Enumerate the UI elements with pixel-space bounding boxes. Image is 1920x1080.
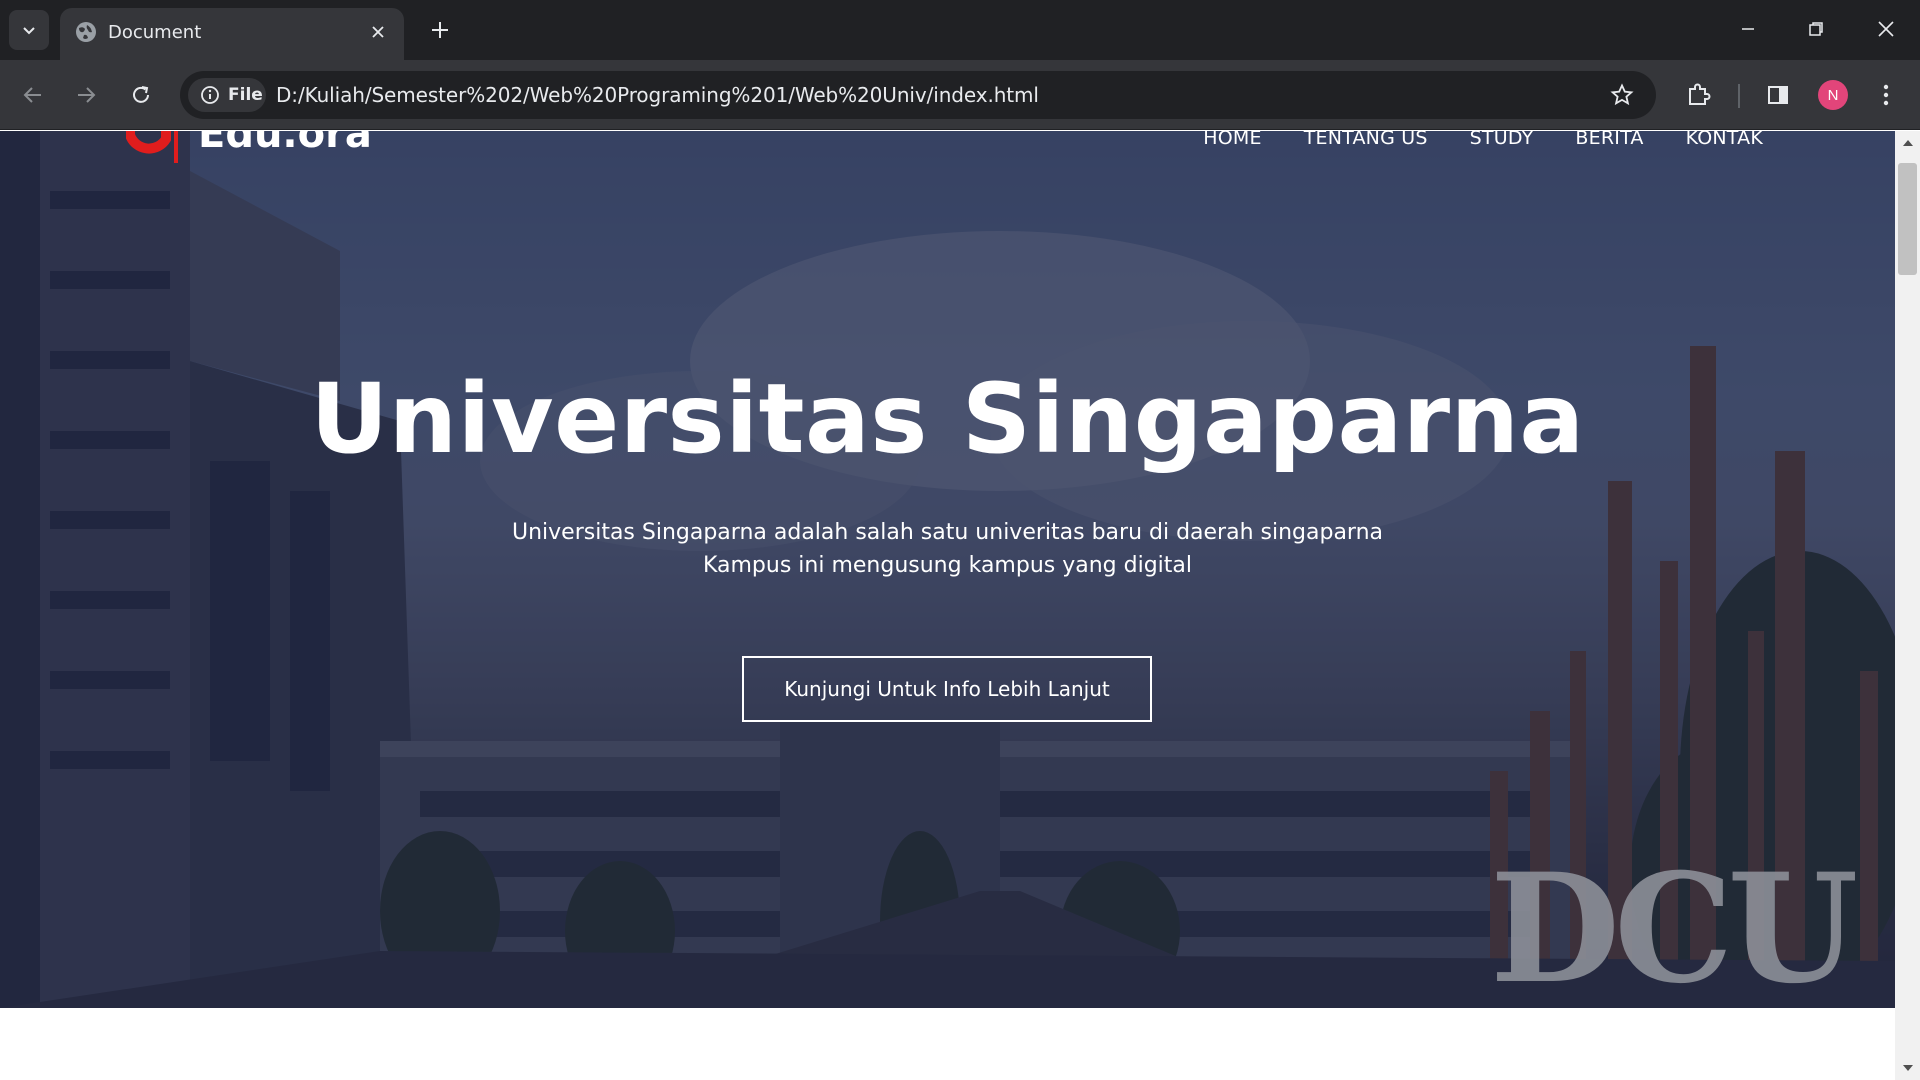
more-info-button[interactable]: Kunjungi Untuk Info Lebih Lanjut (742, 656, 1152, 722)
back-button[interactable] (15, 77, 51, 113)
nav-tentang-us[interactable]: TENTANG US (1304, 131, 1428, 157)
reload-icon (133, 86, 149, 103)
hero-title: Universitas Singaparna (310, 363, 1585, 475)
bookmark-star-icon[interactable] (1610, 83, 1634, 107)
dcu-sign: DCU (1490, 841, 1858, 1008)
info-icon (201, 86, 219, 104)
scroll-thumb[interactable] (1898, 163, 1917, 275)
tab-title: Document (108, 22, 202, 43)
browser-toolbar: File D:/Kuliah/Semester%202/Web%20Progra… (0, 60, 1920, 130)
logo-mark-icon (126, 131, 178, 163)
browser-menu-button[interactable] (1870, 79, 1902, 111)
page-viewport: DCU Edu.ora HOME TENTANG US STUDY BERITA… (0, 131, 1895, 1080)
puzzle-icon (1689, 83, 1711, 105)
nav-kontak[interactable]: KONTAK (1686, 131, 1763, 157)
tab-strip: Document (0, 0, 1920, 60)
scroll-down-button[interactable] (1895, 1056, 1920, 1080)
nav-study[interactable]: STUDY (1470, 131, 1534, 157)
site-info-chip[interactable]: File (188, 78, 266, 112)
url-text[interactable]: D:/Kuliah/Semester%202/Web%20Programing%… (276, 83, 1039, 107)
minimize-button[interactable] (1720, 6, 1776, 52)
restore-icon (1809, 22, 1823, 36)
hero-description: Universitas Singaparna adalah salah satu… (0, 516, 1895, 582)
page-scrollbar[interactable] (1895, 131, 1920, 1080)
logo-text: Edu.ora (198, 131, 372, 157)
toolbar-separator (1738, 84, 1740, 108)
browser-tab[interactable]: Document (60, 8, 404, 60)
forward-button[interactable] (68, 77, 104, 113)
profile-avatar[interactable]: N (1818, 80, 1848, 110)
restore-button[interactable] (1788, 6, 1844, 52)
site-navigation: HOME TENTANG US STUDY BERITA KONTAK (1203, 131, 1763, 157)
close-window-button[interactable] (1858, 6, 1914, 52)
hero-description-line-1: Universitas Singaparna adalah salah satu… (511, 520, 1384, 545)
more-vert-icon (1883, 84, 1889, 106)
new-tab-button[interactable] (424, 14, 456, 46)
plus-icon (432, 22, 448, 38)
tab-search-button[interactable] (9, 10, 49, 50)
chevron-down-icon (23, 27, 35, 35)
reload-button[interactable] (123, 77, 159, 113)
scroll-up-button[interactable] (1895, 131, 1920, 155)
address-bar[interactable]: File D:/Kuliah/Semester%202/Web%20Progra… (180, 71, 1656, 119)
triangle-down-icon (1902, 1065, 1913, 1071)
extensions-button[interactable] (1683, 79, 1715, 111)
triangle-up-icon (1902, 140, 1913, 146)
arrow-left-icon (23, 87, 41, 103)
hero-description-line-2: Kampus ini mengusung kampus yang digital (702, 553, 1192, 578)
side-panel-icon (1768, 86, 1788, 104)
close-icon (1878, 21, 1894, 37)
globe-icon (76, 22, 96, 42)
nav-home[interactable]: HOME (1203, 131, 1261, 157)
hero-section: DCU Edu.ora HOME TENTANG US STUDY BERITA… (0, 131, 1895, 1008)
site-chip-label: File (228, 85, 263, 105)
minimize-icon (1742, 28, 1754, 30)
site-logo[interactable]: Edu.ora (126, 131, 372, 163)
close-tab-icon[interactable] (366, 20, 390, 44)
nav-berita[interactable]: BERITA (1575, 131, 1643, 157)
side-panel-button[interactable] (1762, 79, 1794, 111)
arrow-right-icon (78, 87, 96, 103)
